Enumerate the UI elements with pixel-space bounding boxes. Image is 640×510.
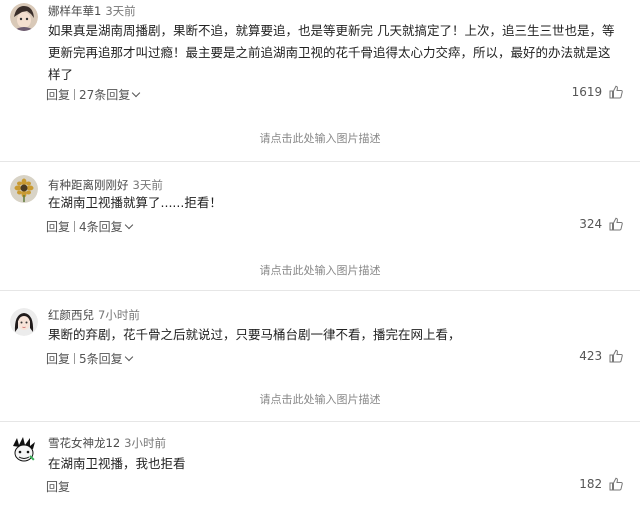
action-divider bbox=[74, 221, 76, 232]
like-control[interactable]: 1619 bbox=[572, 84, 624, 100]
action-divider bbox=[74, 353, 76, 364]
view-replies-button[interactable]: 4条回复 bbox=[79, 218, 123, 235]
reply-button[interactable]: 回复 bbox=[46, 86, 70, 103]
image-caption-placeholder[interactable]: 请点击此处输入图片描述 bbox=[0, 262, 640, 278]
comment-time: 3天前 bbox=[105, 4, 136, 18]
comment-username[interactable]: 娜样年華1 3天前 bbox=[48, 3, 136, 19]
comment-actions: 回复 27条回复 bbox=[46, 86, 141, 103]
comment-text: 在湖南卫视播，我也拒看 bbox=[48, 456, 186, 471]
action-divider bbox=[74, 89, 76, 100]
thumbs-up-icon[interactable] bbox=[608, 476, 624, 492]
comment-actions: 回复 4条回复 bbox=[46, 218, 133, 235]
thumbs-up-icon[interactable] bbox=[608, 216, 624, 232]
view-replies-button[interactable]: 27条回复 bbox=[79, 86, 130, 103]
like-count: 1619 bbox=[571, 85, 603, 99]
thumbs-up-icon[interactable] bbox=[608, 84, 624, 100]
reply-button[interactable]: 回复 bbox=[46, 350, 70, 367]
chevron-down-icon[interactable] bbox=[124, 352, 133, 361]
username-text[interactable]: 娜样年華1 bbox=[48, 4, 101, 18]
username-text[interactable]: 红颜西兒 bbox=[48, 308, 94, 322]
comment-text: 如果真是湖南周播剧，果断不追，就算要追，也是等更新完 几天就搞定了！上次，追三生… bbox=[48, 23, 615, 82]
comment-username[interactable]: 红颜西兒 7小时前 bbox=[48, 307, 140, 323]
like-control[interactable]: 324 bbox=[579, 216, 624, 232]
comment-username[interactable]: 雪花女神龙12 3小时前 bbox=[48, 435, 166, 451]
like-count: 182 bbox=[579, 477, 603, 491]
sunflower-avatar-icon[interactable] bbox=[10, 175, 38, 203]
like-count: 423 bbox=[579, 349, 603, 363]
comment-actions: 回复 5条回复 bbox=[46, 350, 133, 367]
like-control[interactable]: 423 bbox=[579, 348, 624, 364]
comment-text: 在湖南卫视播就算了......拒看！ bbox=[48, 195, 222, 210]
comment-text: 果断的弃剧，花千骨之后就说过，只要马桶台剧一律不看，播完在网上看， bbox=[48, 327, 461, 342]
like-control[interactable]: 182 bbox=[579, 476, 624, 492]
divider bbox=[0, 421, 640, 422]
chevron-down-icon[interactable] bbox=[124, 220, 133, 229]
anime-avatar-icon[interactable] bbox=[10, 3, 38, 31]
comment-time: 3天前 bbox=[132, 178, 163, 192]
divider bbox=[0, 161, 640, 162]
girl-avatar-icon[interactable] bbox=[10, 308, 38, 336]
comment-time: 3小时前 bbox=[124, 436, 166, 450]
reply-button[interactable]: 回复 bbox=[46, 478, 70, 495]
thumbs-up-icon[interactable] bbox=[608, 348, 624, 364]
chevron-down-icon[interactable] bbox=[132, 88, 141, 97]
comment-username[interactable]: 有种距离刚刚好 3天前 bbox=[48, 177, 163, 193]
comment-actions: 回复 bbox=[46, 478, 70, 495]
comment-time: 7小时前 bbox=[98, 308, 140, 322]
cartoon-avatar-icon[interactable] bbox=[10, 436, 38, 464]
image-caption-placeholder[interactable]: 请点击此处输入图片描述 bbox=[0, 391, 640, 407]
divider bbox=[0, 290, 640, 291]
like-count: 324 bbox=[579, 217, 603, 231]
username-text[interactable]: 有种距离刚刚好 bbox=[48, 178, 129, 192]
image-caption-placeholder[interactable]: 请点击此处输入图片描述 bbox=[0, 130, 640, 146]
username-text[interactable]: 雪花女神龙12 bbox=[48, 436, 120, 450]
reply-button[interactable]: 回复 bbox=[46, 218, 70, 235]
view-replies-button[interactable]: 5条回复 bbox=[79, 350, 123, 367]
